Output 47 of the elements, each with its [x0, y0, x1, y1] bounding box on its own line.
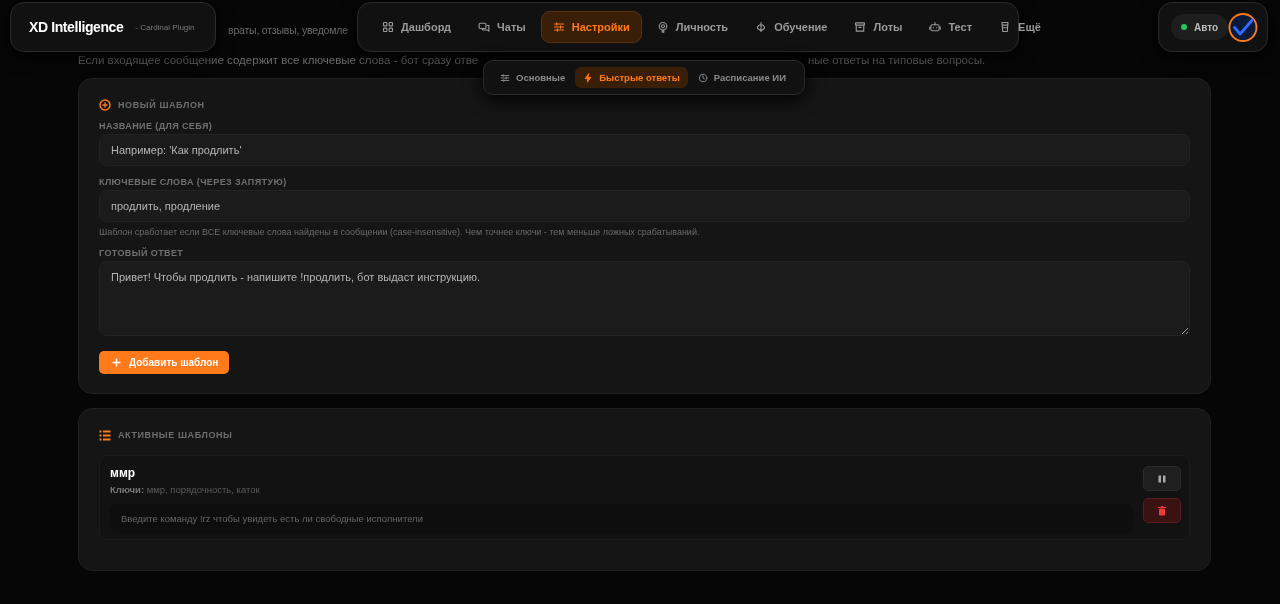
nav-tab[interactable]: Чаты	[466, 11, 538, 43]
sliders-icon	[552, 21, 565, 33]
template-name: ммр	[110, 466, 137, 482]
response-field[interactable]: Введите команду !rz чтобы увидеть есть ли свободные исполнители	[110, 504, 1133, 533]
template-keys: Ключи: ммр, порядочность, каток	[110, 484, 1133, 498]
cup-icon	[999, 21, 1012, 33]
robot-icon	[929, 21, 942, 33]
list-icon	[99, 429, 111, 441]
lightning-icon	[583, 72, 594, 83]
grid-icon	[382, 21, 394, 33]
field-label: КЛЮЧЕВЫЕ СЛОВА (ЧЕРЕЗ ЗАПЯТУЮ)	[99, 177, 288, 189]
box-icon	[854, 21, 867, 33]
field-label: ГОТОВЫЙ ОТВЕТ	[99, 248, 185, 260]
plus-circle-icon	[99, 99, 111, 111]
name-field[interactable]: Например: 'Как продлить'	[99, 134, 1190, 166]
plus-icon	[112, 358, 121, 367]
nav-tab[interactable]: Ещё	[987, 11, 1053, 43]
app-title: XD Intelligence	[29, 19, 124, 35]
chat-icon	[478, 21, 491, 33]
answer-field[interactable]: Привет! Чтобы продлить - напишите !продлить, бот выдаст инструкцию.	[99, 261, 1190, 336]
app-subtitle: - Cardinal Plugin	[135, 22, 195, 32]
pause-icon	[1158, 474, 1166, 483]
nav-tab[interactable]: Тест	[917, 11, 985, 43]
description-text: Если входящее сообщение содержит все ключевые слова - бот сразу отве	[78, 54, 480, 68]
nav-tab[interactable]: Дашборд	[370, 11, 464, 43]
hint-text: Шаблон сработает если ВСЕ ключевые слова найдены в сообщении (case-insensitive). Чем точнее ключи - тем меньше ложных срабатываний.	[99, 227, 701, 237]
target-icon	[656, 21, 669, 33]
description-text: ные ответы на типовые вопросы.	[808, 54, 986, 68]
nav-tab[interactable]: Личность	[644, 11, 741, 43]
sub-tab[interactable]: Расписание ИИ	[689, 67, 794, 88]
sub-tab[interactable]: Основные	[492, 67, 574, 88]
nav-tab[interactable]: Настройки	[540, 11, 642, 43]
nav-tab[interactable]: Обучение	[743, 11, 840, 43]
intro-text: враты, отзывы, уведомле	[228, 24, 348, 38]
clock-icon	[697, 72, 708, 83]
sliders-icon	[500, 72, 510, 83]
pause-button[interactable]	[1143, 466, 1181, 491]
section-title: НОВЫЙ ШАБЛОН	[118, 100, 205, 110]
delete-button[interactable]	[1143, 498, 1181, 523]
trash-icon	[1158, 505, 1166, 516]
keywords-field[interactable]: продлить, продление	[99, 190, 1190, 222]
section-title: АКТИВНЫЕ ШАБЛОНЫ	[118, 430, 233, 440]
nav-tab[interactable]: Лоты	[842, 11, 915, 43]
sub-tab[interactable]: Быстрые ответы	[575, 67, 688, 88]
auto-toggle[interactable]: Авто	[1171, 14, 1229, 40]
field-label: НАЗВАНИЕ (ДЛЯ СЕБЯ)	[99, 121, 214, 133]
avatar-icon[interactable]	[1228, 11, 1258, 43]
